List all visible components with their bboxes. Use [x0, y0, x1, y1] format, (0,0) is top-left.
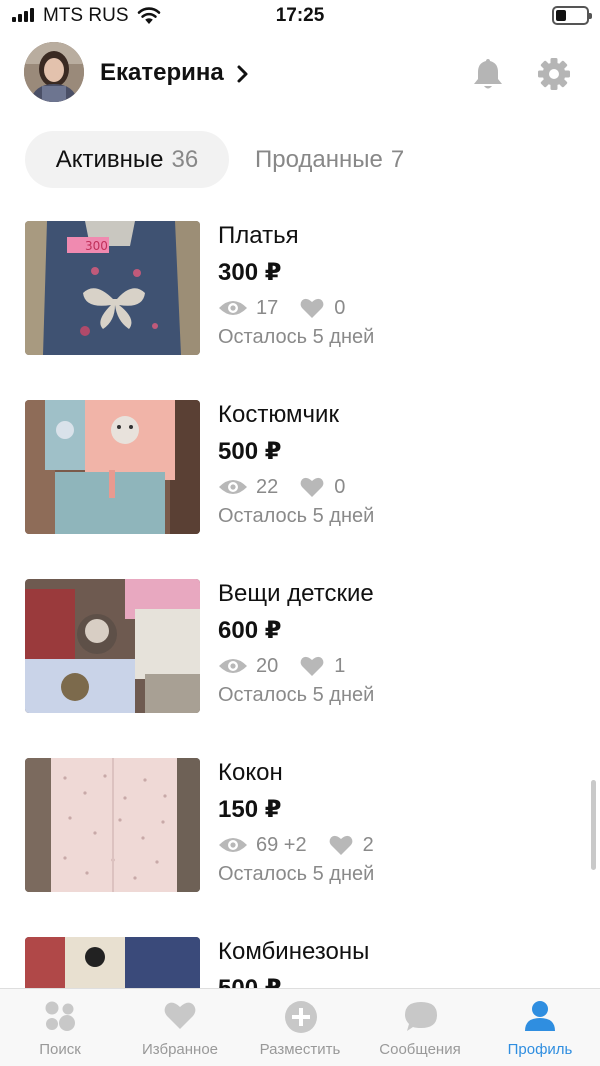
listing-item[interactable]: Кокон 150 ₽ 69 +2 2 Осталось 5 дней	[0, 747, 600, 907]
listing-photo: 300	[25, 221, 200, 355]
listing-time-left: Осталось 5 дней	[218, 505, 375, 527]
likes-count: 0	[334, 475, 346, 498]
tab-post[interactable]: Разместить	[240, 989, 360, 1066]
heart-icon	[300, 298, 324, 318]
listing-time-left: Осталось 5 дней	[218, 684, 375, 706]
status-bar: MTS RUS 17:25	[0, 0, 600, 34]
clock: 17:25	[275, 5, 325, 26]
tab-active-label: Активные	[55, 145, 164, 173]
tab-search[interactable]: Поиск	[0, 989, 120, 1066]
listing-title: Вещи детские	[218, 580, 374, 607]
listing-item[interactable]: Костюмчик 500 ₽ 22 0 Осталось 5 дней	[0, 389, 600, 549]
search-dots-icon	[45, 1001, 75, 1031]
heart-icon	[164, 1002, 196, 1029]
listing-photo	[25, 937, 200, 988]
tab-sold-label: Проданные	[255, 145, 383, 173]
chevron-right-icon[interactable]	[236, 64, 250, 84]
heart-icon	[300, 477, 324, 497]
heart-icon	[329, 835, 352, 855]
listing-title: Комбинезоны	[218, 938, 370, 965]
tab-profile[interactable]: Профиль	[480, 989, 600, 1066]
views-count: 22	[256, 475, 279, 498]
tab-label: Разместить	[259, 1041, 341, 1058]
tab-active-count: 36	[171, 145, 199, 173]
tab-label: Поиск	[39, 1041, 81, 1058]
avatar[interactable]	[24, 42, 84, 102]
tab-label: Избранное	[141, 1041, 219, 1058]
listing-time-left: Осталось 5 дней	[218, 863, 375, 885]
listing-price: 500 ₽	[218, 974, 281, 988]
user-name[interactable]: Екатерина	[100, 59, 224, 87]
tab-label: Профиль	[507, 1041, 573, 1058]
views-count: 20	[256, 654, 279, 677]
scrollbar[interactable]	[591, 780, 596, 870]
tab-active[interactable]: Активные 36	[25, 131, 229, 188]
eye-icon	[219, 480, 247, 494]
listing-photo	[25, 579, 200, 713]
listing-photo	[25, 400, 200, 534]
listing-item[interactable]: Комбинезоны 500 ₽	[0, 926, 600, 988]
heart-icon	[300, 656, 324, 676]
listing-price: 150 ₽	[218, 796, 282, 823]
plus-circle-icon	[285, 1001, 317, 1033]
eye-icon	[219, 301, 247, 315]
listing-item[interactable]: Вещи детские 600 ₽ 20 1 Осталось 5 дней	[0, 568, 600, 728]
listing-stats: 20 1	[218, 653, 345, 679]
listing-price: 500 ₽	[218, 438, 282, 465]
eye-icon	[219, 659, 247, 673]
eye-icon	[219, 838, 247, 852]
listing-item[interactable]: 300 Платья 300 ₽ 17 0 Осталось 5 дней	[0, 210, 600, 370]
listing-stats: 69 +2 2	[218, 832, 374, 858]
listing-stats: 22 0	[218, 474, 345, 500]
listing-price: 600 ₽	[218, 617, 282, 644]
listing-photo	[25, 758, 200, 892]
listing-time-left: Осталось 5 дней	[218, 326, 375, 348]
likes-count: 2	[362, 833, 374, 856]
listing-price: 300 ₽	[218, 259, 282, 286]
listing-title: Платья	[218, 222, 299, 249]
tab-sold[interactable]: Проданные 7	[255, 131, 404, 188]
listing-title: Кокон	[218, 759, 283, 786]
tab-messages[interactable]: Сообщения	[360, 989, 480, 1066]
listing-title: Костюмчик	[218, 401, 339, 428]
bottom-tab-bar: Поиск Избранное Разместить Сообщения Про…	[0, 988, 600, 1066]
tab-label: Сообщения	[379, 1041, 461, 1058]
views-count: 17	[256, 296, 279, 319]
chat-bubble-icon	[405, 1002, 437, 1031]
listing-stats: 17 0	[218, 295, 345, 321]
tab-favorites[interactable]: Избранное	[120, 989, 240, 1066]
tab-sold-count: 7	[390, 145, 405, 173]
likes-count: 0	[334, 296, 346, 319]
likes-count: 1	[334, 654, 346, 677]
bell-icon[interactable]	[472, 57, 504, 91]
views-count: 69 +2	[256, 833, 307, 856]
gear-icon[interactable]	[537, 57, 571, 91]
listing-list[interactable]: 300 Платья 300 ₽ 17 0 Осталось 5 дней Ко…	[0, 210, 600, 988]
svg-text:300: 300	[85, 239, 108, 253]
battery-icon	[552, 6, 592, 25]
person-icon	[525, 1001, 555, 1031]
